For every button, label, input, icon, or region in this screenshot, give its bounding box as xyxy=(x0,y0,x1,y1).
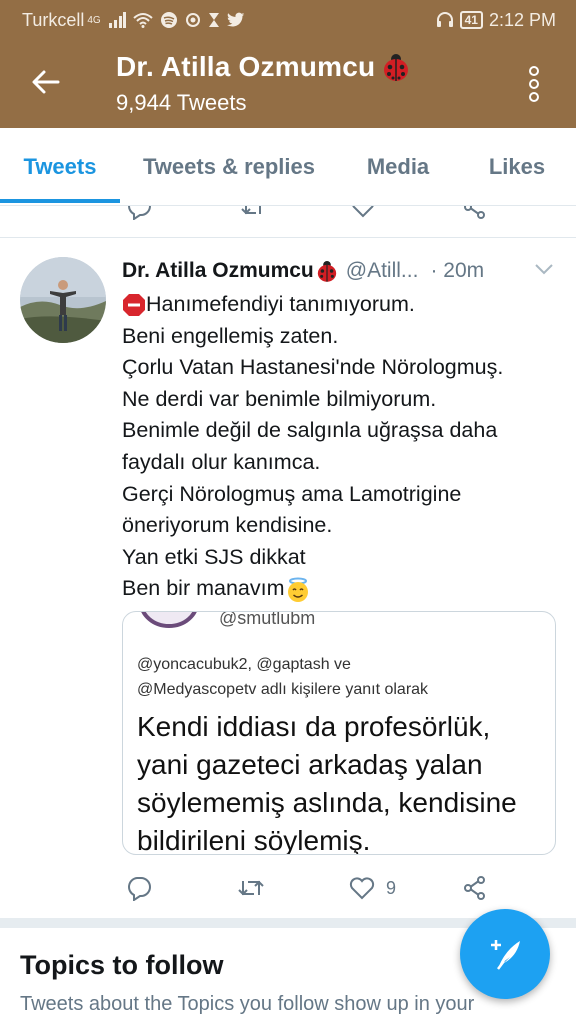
hourglass-icon xyxy=(208,13,219,27)
tweet-header: Dr. Atilla Ozmumcu @Atill... · 20m xyxy=(122,258,562,284)
tab-tweets-replies[interactable]: Tweets & replies xyxy=(120,128,338,206)
signal-icon xyxy=(108,12,126,28)
retweet-icon[interactable] xyxy=(240,206,266,220)
profile-header: Turkcell 4G 41 2:12 PM Dr. Atilla Ozmumc… xyxy=(0,0,576,128)
tweet-line: Gerçi Nörologmuş ama Lamotrigine xyxy=(122,481,462,506)
tweet-line: Hanımefendiyi tanımıyorum. xyxy=(122,289,562,321)
tweet-text: Hanımefendiyi tanımıyorum. Beni engellem… xyxy=(122,289,562,605)
previous-tweet-actions xyxy=(0,206,576,228)
like-button[interactable]: 9 xyxy=(348,870,396,906)
headphones-icon xyxy=(436,12,453,27)
ladybug-emoji-icon xyxy=(384,54,409,81)
tweet-handle[interactable]: @Atill... xyxy=(346,259,419,283)
spotify-icon xyxy=(160,12,177,28)
tweet-count: 9,944 Tweets xyxy=(116,90,247,115)
compose-tweet-button[interactable] xyxy=(460,909,550,999)
twitter-bird-icon xyxy=(226,12,244,27)
clock: 2:12 PM xyxy=(488,9,556,30)
reply-button[interactable] xyxy=(126,870,152,906)
active-tab-indicator xyxy=(0,199,120,203)
avatar-photo xyxy=(20,257,106,343)
wifi-icon xyxy=(133,13,153,28)
profile-name: Dr. Atilla Ozmumcu xyxy=(116,51,376,82)
tweet-line: Yan etki SJS dikkat xyxy=(122,544,306,569)
topics-subtitle: Tweets about the Topics you follow show … xyxy=(20,993,475,1015)
retweet-button[interactable] xyxy=(236,870,266,906)
tweet-time: · 20m xyxy=(430,259,485,282)
quoted-text: Kendi iddiası da profesörlük, yani gazet… xyxy=(137,711,517,855)
profile-title-block: Dr. Atilla Ozmumcu 9,944 Tweets xyxy=(116,50,413,116)
reply-icon[interactable] xyxy=(126,206,152,220)
angel-emoji-icon xyxy=(287,577,308,602)
stop-sign-emoji-icon xyxy=(123,294,145,317)
tweet-line: Ne derdi var benimle bilmiyorum. xyxy=(122,386,437,411)
tweet-image[interactable]: @smutlubm @yoncacubuk2, @gaptash ve @Med… xyxy=(122,611,556,855)
avatar[interactable] xyxy=(20,257,106,343)
tweet-line: faydalı olur kanımca. xyxy=(122,449,321,474)
quoted-reply-context: @yoncacubuk2, @gaptash ve @Medyascopetv … xyxy=(137,656,429,698)
profile-logo-icon xyxy=(141,612,197,628)
ladybug-emoji-icon xyxy=(317,261,336,282)
tweet-line: Çorlu Vatan Hastanesi'nde Nörologmuş. xyxy=(122,355,504,380)
more-dot-icon xyxy=(529,66,539,76)
tab-tweets[interactable]: Tweets xyxy=(0,128,120,206)
status-bar: Turkcell 4G 41 2:12 PM xyxy=(0,0,576,40)
like-count: 9 xyxy=(386,877,397,898)
retweet-icon xyxy=(238,880,264,896)
more-dot-icon xyxy=(529,92,539,102)
more-dot-icon xyxy=(529,79,539,89)
share-button[interactable] xyxy=(462,870,488,906)
overflow-menu-button[interactable] xyxy=(520,66,548,102)
heart-icon xyxy=(349,877,375,900)
network-type: 4G xyxy=(87,14,101,26)
topics-title: Topics to follow xyxy=(20,950,224,980)
share-icon xyxy=(464,876,485,900)
chevron-down-icon[interactable] xyxy=(534,262,554,276)
quoted-handle: @smutlubm xyxy=(219,611,316,628)
divider xyxy=(0,237,576,238)
share-icon[interactable] xyxy=(462,206,488,220)
like-icon[interactable] xyxy=(350,206,376,220)
tweet-line: öneriyorum kendisine. xyxy=(122,513,333,538)
tab-media[interactable]: Media xyxy=(338,128,458,206)
compose-feather-icon xyxy=(491,940,520,970)
back-button[interactable] xyxy=(30,66,62,98)
battery-indicator: 41 xyxy=(459,11,483,29)
recording-icon xyxy=(185,13,200,27)
carrier-label: Turkcell xyxy=(22,9,85,30)
profile-tabs: Tweets Tweets & replies Media Likes xyxy=(0,128,576,206)
reply-icon xyxy=(128,877,151,901)
tweet-line: Beni engellemiş zaten. xyxy=(122,323,339,348)
tweet-actions: 9 xyxy=(0,870,576,906)
tweet-author[interactable]: Dr. Atilla Ozmumcu xyxy=(122,259,314,283)
tweet-line: Benimle değil de salgınla uğraşsa daha xyxy=(122,418,498,443)
tab-likes[interactable]: Likes xyxy=(458,128,576,206)
tweet-line: Ben bir manavım xyxy=(122,573,562,605)
arrow-left-icon xyxy=(32,70,60,94)
